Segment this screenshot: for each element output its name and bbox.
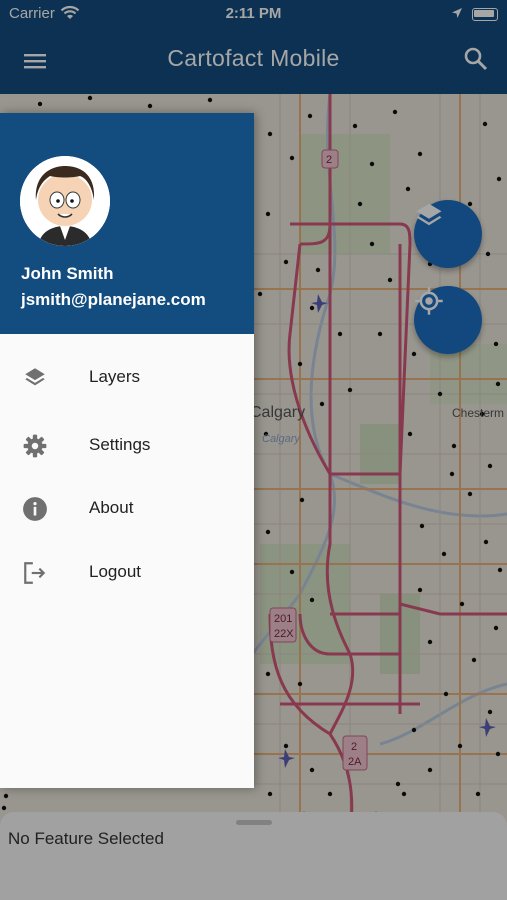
- drawer-header: John Smith jsmith@planejane.com: [0, 113, 254, 334]
- drawer-item-logout[interactable]: Logout: [0, 542, 254, 604]
- drawer-item-layers-label: Layers: [89, 367, 141, 386]
- drawer-item-logout-label: Logout: [89, 562, 141, 581]
- drawer-item-about-label: About: [89, 498, 134, 517]
- gear-icon: [23, 434, 47, 458]
- drawer-item-about[interactable]: About: [0, 478, 254, 540]
- user-email: jsmith@planejane.com: [21, 290, 206, 309]
- layers-icon: [25, 368, 45, 386]
- avatar: [20, 156, 110, 246]
- drawer-item-settings[interactable]: Settings: [0, 415, 254, 477]
- user-name: John Smith: [21, 264, 114, 283]
- drawer-item-settings-label: Settings: [89, 435, 151, 454]
- logout-icon: [24, 562, 46, 584]
- navigation-drawer: John Smith jsmith@planejane.com Layers S…: [0, 113, 254, 788]
- info-icon: [23, 497, 47, 521]
- drawer-item-layers[interactable]: Layers: [0, 347, 254, 409]
